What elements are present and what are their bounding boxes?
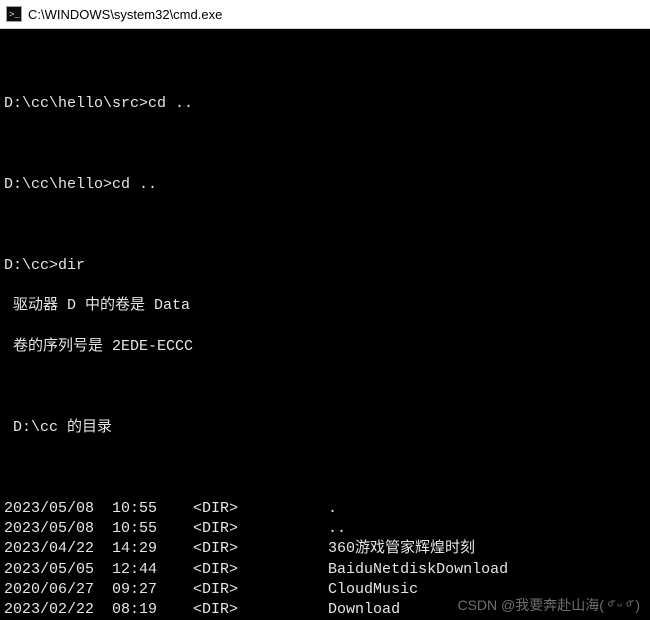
prompt-line-1: D:\cc\hello>cd ..	[4, 175, 646, 195]
dir-path-line: D:\cc 的目录	[4, 418, 646, 438]
dir-listing: 2023/05/08 10:55 <DIR> .2023/05/08 10:55…	[4, 499, 646, 620]
dir-entry-row: 2023/05/08 10:55 <DIR> ..	[4, 519, 646, 539]
blank-line	[4, 215, 646, 235]
dir-entry-row: 2023/05/08 10:55 <DIR> .	[4, 499, 646, 519]
dir-volume-line: 驱动器 D 中的卷是 Data	[4, 296, 646, 316]
window-titlebar[interactable]: >_ C:\WINDOWS\system32\cmd.exe	[0, 0, 650, 29]
blank-line	[4, 458, 646, 478]
prompt-cmd: cd ..	[112, 176, 157, 193]
prompt-cmd: cd ..	[148, 95, 193, 112]
dir-entry-row: 2023/05/05 12:44 <DIR> BaiduNetdiskDownl…	[4, 560, 646, 580]
svg-text:>_: >_	[9, 10, 20, 20]
dir-entry-row: 2020/06/27 09:27 <DIR> CloudMusic	[4, 580, 646, 600]
dir-entry-row: 2023/02/22 08:19 <DIR> Download	[4, 600, 646, 620]
terminal-output[interactable]: D:\cc\hello\src>cd .. D:\cc\hello>cd .. …	[0, 29, 650, 620]
blank-line	[4, 53, 646, 73]
window-title-text: C:\WINDOWS\system32\cmd.exe	[28, 7, 222, 22]
dir-serial-line: 卷的序列号是 2EDE-ECCC	[4, 337, 646, 357]
prompt-cmd: dir	[58, 257, 85, 274]
dir-entry-row: 2023/04/22 14:29 <DIR> 360游戏管家辉煌时刻	[4, 539, 646, 559]
prompt-line-0: D:\cc\hello\src>cd ..	[4, 94, 646, 114]
prompt-cwd: D:\cc\hello\src>	[4, 95, 148, 112]
prompt-cwd: D:\cc\hello>	[4, 176, 112, 193]
prompt-cwd: D:\cc>	[4, 257, 58, 274]
prompt-line-2: D:\cc>dir	[4, 256, 646, 276]
blank-line	[4, 377, 646, 397]
cmd-icon: >_	[6, 6, 22, 22]
blank-line	[4, 134, 646, 154]
